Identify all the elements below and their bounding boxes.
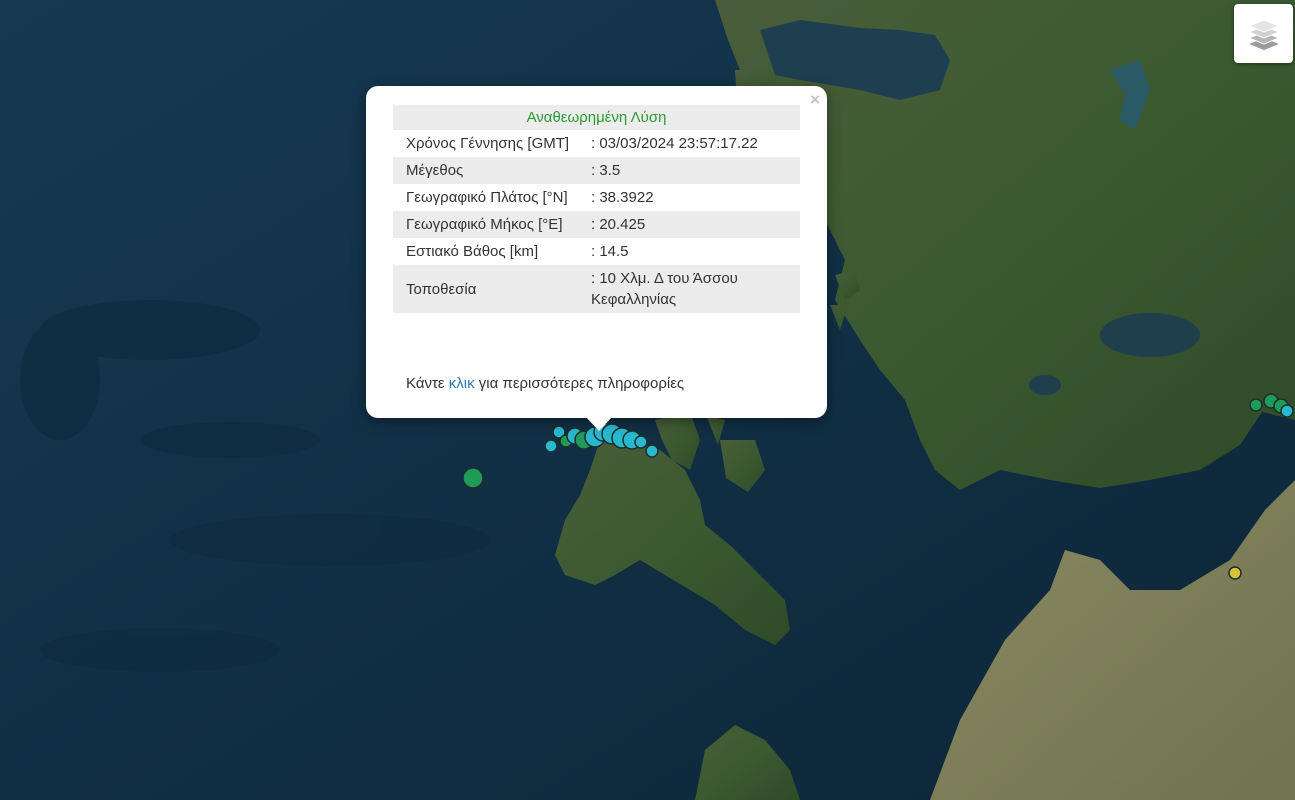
layers-icon	[1247, 18, 1280, 50]
quake-marker[interactable]	[544, 439, 558, 453]
table-row: Γεωγραφικό Μήκος [°E] : 20.425	[393, 211, 800, 238]
quake-marker[interactable]	[634, 435, 648, 449]
quake-marker[interactable]	[1280, 404, 1294, 418]
row-value: : 3.5	[589, 157, 800, 184]
more-info-suffix: για περισσότερες πληροφορίες	[474, 375, 685, 392]
table-row: Γεωγραφικό Πλάτος [°N] : 38.3922	[393, 184, 800, 211]
row-value: : 38.3922	[591, 189, 654, 206]
row-label: Χρόνος Γέννησης [GMT]	[406, 135, 570, 152]
more-info-text: Κάντε κλικ για περισσότερες πληροφορίες	[406, 375, 684, 392]
more-info-prefix: Κάντε	[406, 375, 449, 392]
row-value: : 03/03/2024 23:57:17.22	[591, 135, 758, 152]
layers-control-button[interactable]	[1234, 4, 1293, 63]
popup-pointer	[586, 417, 612, 431]
table-row: Μέγεθος : 3.5	[393, 157, 800, 184]
row-value: : 14.5	[591, 243, 629, 260]
more-info-link[interactable]: κλικ	[449, 375, 475, 392]
quake-marker[interactable]	[1249, 398, 1263, 412]
close-icon[interactable]: ×	[810, 91, 820, 109]
row-value: : 10 Χλμ. Δ του Άσσου Κεφαλληνίας	[589, 265, 800, 313]
quake-marker[interactable]	[1228, 566, 1242, 580]
row-label: Γεωγραφικό Μήκος [°E]	[393, 211, 589, 238]
table-row: Χρόνος Γέννησης [GMT] : 03/03/2024 23:57…	[393, 130, 800, 157]
row-label: Γεωγραφικό Πλάτος [°N]	[406, 189, 568, 206]
earthquake-info-popup: × Αναθεωρημένη Λύση Χρόνος Γέννησης [GMT…	[366, 86, 827, 418]
table-row: Εστιακό Βάθος [km] : 14.5	[393, 238, 800, 265]
row-label: Τοποθεσία	[393, 265, 589, 313]
row-label: Μέγεθος	[393, 157, 589, 184]
row-value: : 20.425	[589, 211, 800, 238]
quake-marker[interactable]	[645, 444, 659, 458]
row-label: Εστιακό Βάθος [km]	[406, 243, 539, 260]
table-row: Τοποθεσία : 10 Χλμ. Δ του Άσσου Κεφαλλην…	[393, 265, 800, 313]
popup-title: Αναθεωρημένη Λύση	[393, 105, 800, 130]
lake-lysimachia	[1029, 375, 1061, 395]
lake-trichonida	[1100, 313, 1200, 357]
popup-details-table: Αναθεωρημένη Λύση Χρόνος Γέννησης [GMT] …	[393, 105, 800, 313]
quake-marker[interactable]	[462, 467, 484, 489]
